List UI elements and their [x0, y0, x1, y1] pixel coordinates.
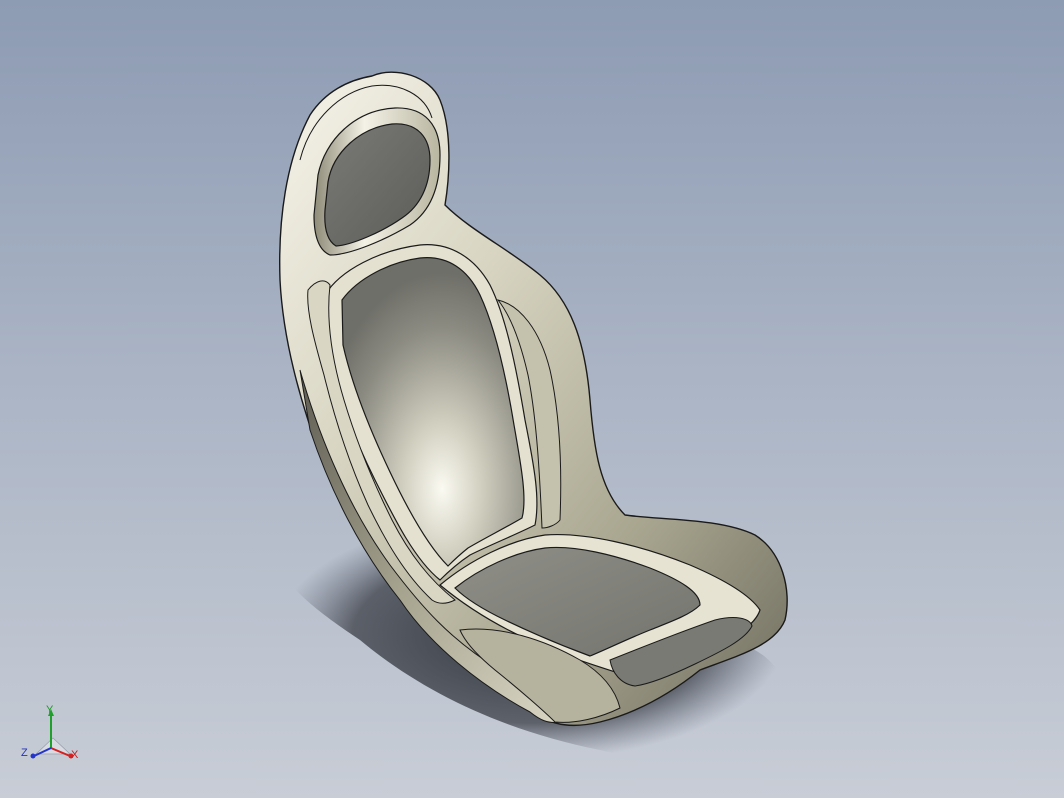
coordinate-triad: Y Z X [18, 700, 88, 770]
graphics-viewport[interactable]: Y Z X [0, 0, 1064, 798]
triad-z-tip [30, 753, 36, 759]
triad-z-label: Z [21, 747, 28, 759]
seat-model[interactable] [0, 0, 1064, 798]
triad-x-label: X [71, 749, 79, 761]
triad-y-label: Y [46, 704, 54, 716]
